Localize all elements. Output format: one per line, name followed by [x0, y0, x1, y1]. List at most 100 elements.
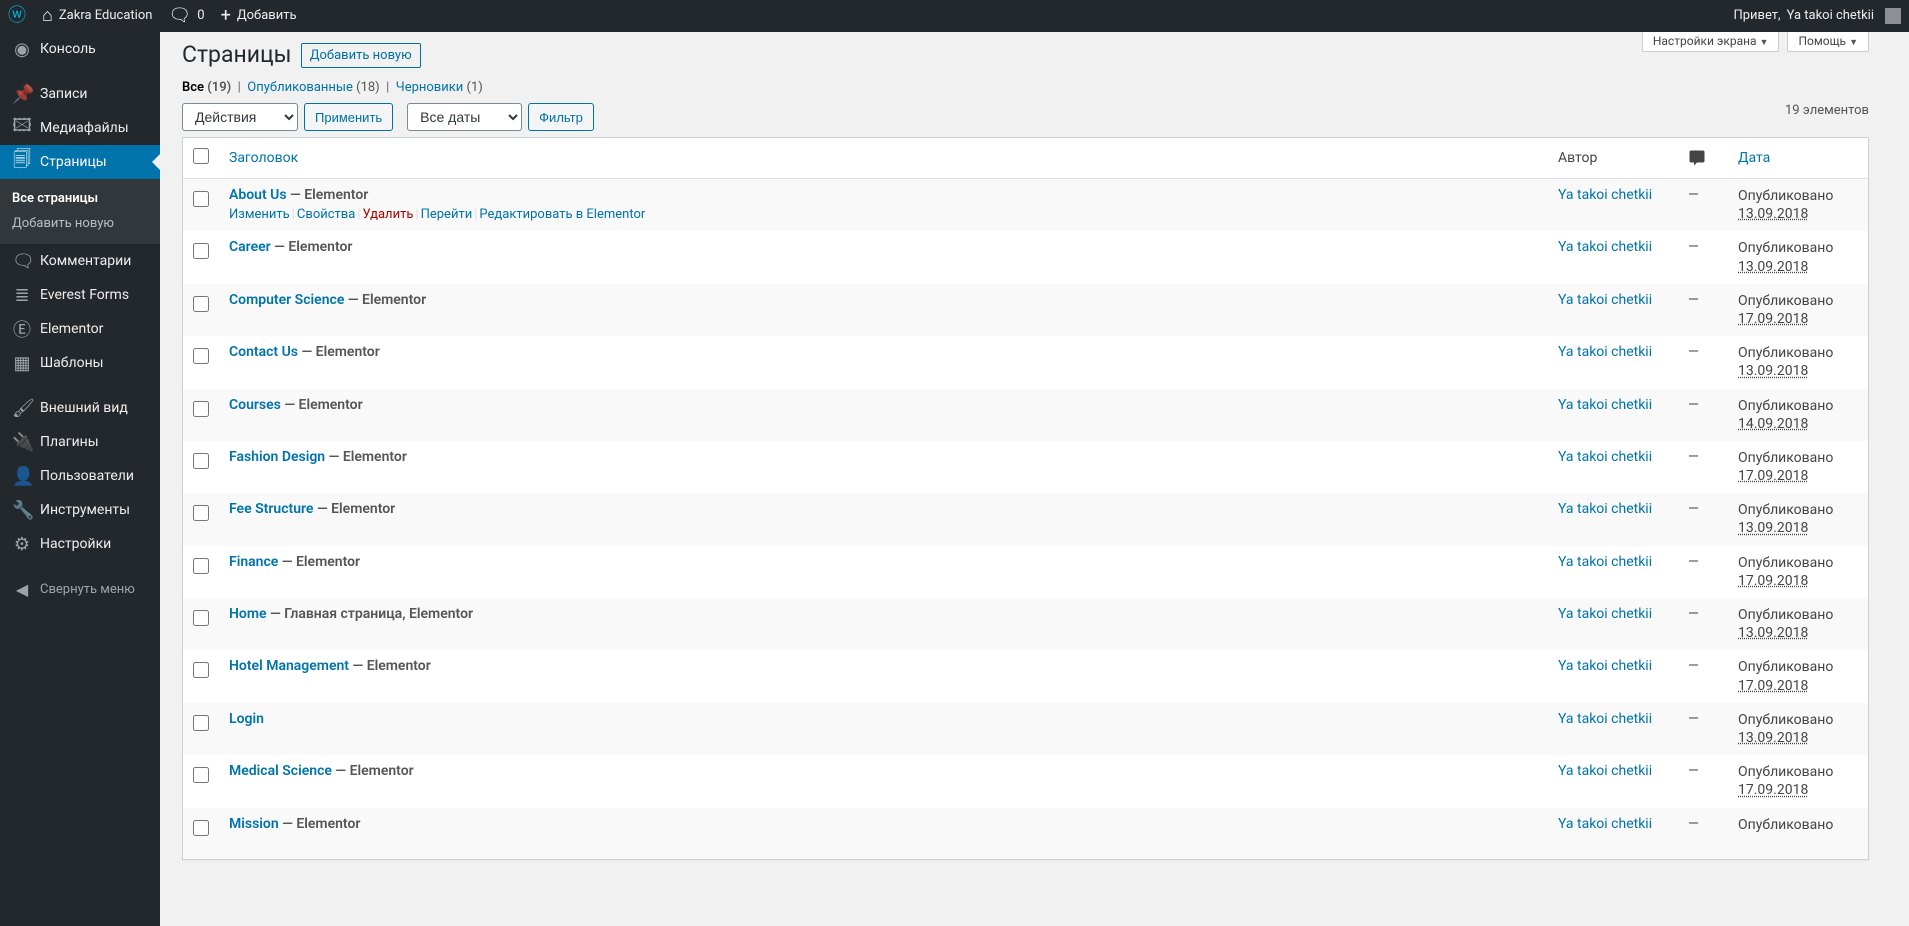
author-link[interactable]: Ya takoi chetkii	[1558, 658, 1652, 674]
column-title[interactable]: Заголовок	[219, 138, 1548, 179]
row-checkbox[interactable]	[193, 453, 209, 469]
post-state: — Elementor	[298, 344, 380, 360]
sidebar-item-media[interactable]: 🖾Медиафайлы	[0, 111, 160, 145]
sidebar-item-posts[interactable]: 📌Записи	[0, 77, 160, 111]
page-title-link[interactable]: Login	[229, 711, 264, 727]
row-date-cell: Опубликовано17.09.2018	[1728, 441, 1868, 493]
page-title-link[interactable]: Fashion Design	[229, 449, 325, 465]
row-checkbox[interactable]	[193, 610, 209, 626]
sidebar-item-appearance[interactable]: 🖌Внешний вид	[0, 391, 160, 425]
comments-count: —	[1688, 554, 1699, 570]
date-status: Опубликовано	[1738, 554, 1858, 572]
row-checkbox[interactable]	[193, 296, 209, 312]
row-checkbox[interactable]	[193, 662, 209, 678]
author-link[interactable]: Ya takoi chetkii	[1558, 292, 1652, 308]
sidebar-item-tools[interactable]: 🔧Инструменты	[0, 493, 160, 527]
add-new-link[interactable]: +Добавить	[213, 0, 305, 32]
page-title-link[interactable]: Career	[229, 239, 271, 255]
row-checkbox[interactable]	[193, 820, 209, 836]
sidebar-item-templates[interactable]: ▦Шаблоны	[0, 346, 160, 380]
screen-options-button[interactable]: Настройки экрана▼	[1642, 30, 1780, 52]
filter-all[interactable]: Все (19)	[182, 80, 231, 95]
sidebar-item-elementor[interactable]: ⒺElementor	[0, 312, 160, 346]
author-link[interactable]: Ya takoi chetkii	[1558, 711, 1652, 727]
action-edit-elementor[interactable]: Редактировать в Elementor	[479, 207, 645, 222]
table-row: About Us — ElementorИзменить|Свойства|Уд…	[183, 179, 1868, 231]
page-title-link[interactable]: Contact Us	[229, 344, 298, 360]
row-checkbox[interactable]	[193, 191, 209, 207]
page-title-link[interactable]: Hotel Management	[229, 658, 349, 674]
row-checkbox-cell	[183, 179, 219, 231]
row-checkbox[interactable]	[193, 558, 209, 574]
table-row: Fee Structure — ElementorИзменить|Свойст…	[183, 493, 1868, 545]
filter-button[interactable]: Фильтр	[528, 103, 594, 131]
page-title-link[interactable]: Computer Science	[229, 292, 344, 308]
date-value: 13.09.2018	[1738, 206, 1808, 222]
bulk-action-select[interactable]: Действия	[182, 103, 298, 131]
page-title-link[interactable]: Finance	[229, 554, 278, 570]
collapse-menu-button[interactable]: ◀Свернуть меню	[0, 572, 160, 606]
author-link[interactable]: Ya takoi chetkii	[1558, 816, 1652, 832]
column-comments[interactable]	[1678, 138, 1728, 179]
sidebar-item-everest-forms[interactable]: ≣Everest Forms	[0, 278, 160, 312]
user-account-link[interactable]: Привет, Ya takoi chetkii	[1725, 0, 1909, 32]
post-state: — Elementor	[278, 554, 360, 570]
help-button[interactable]: Помощь▼	[1787, 30, 1869, 52]
author-link[interactable]: Ya takoi chetkii	[1558, 606, 1652, 622]
author-link[interactable]: Ya takoi chetkii	[1558, 344, 1652, 360]
author-link[interactable]: Ya takoi chetkii	[1558, 187, 1652, 203]
row-checkbox[interactable]	[193, 505, 209, 521]
action-view[interactable]: Перейти	[421, 207, 473, 222]
site-name-link[interactable]: ⌂Zakra Education	[34, 0, 160, 32]
action-edit[interactable]: Изменить	[229, 207, 290, 222]
page-title-link[interactable]: Home	[229, 606, 267, 622]
page-title-link[interactable]: Medical Science	[229, 763, 332, 779]
comments-link[interactable]: 🗨0	[160, 0, 212, 32]
sidebar-item-users[interactable]: 👤Пользователи	[0, 459, 160, 493]
row-checkbox[interactable]	[193, 715, 209, 731]
action-quick-edit[interactable]: Свойства	[297, 207, 355, 222]
sidebar-item-plugins[interactable]: 🔌Плагины	[0, 425, 160, 459]
select-all-checkbox[interactable]	[193, 148, 209, 164]
row-date-cell: Опубликовано13.09.2018	[1728, 231, 1868, 283]
author-link[interactable]: Ya takoi chetkii	[1558, 449, 1652, 465]
date-status: Опубликовано	[1738, 501, 1858, 519]
date-value: 17.09.2018	[1738, 468, 1808, 484]
sidebar-subitem-add-new[interactable]: Добавить новую	[0, 211, 160, 236]
add-new-button[interactable]: Добавить новую	[301, 43, 421, 68]
row-checkbox[interactable]	[193, 401, 209, 417]
author-link[interactable]: Ya takoi chetkii	[1558, 501, 1652, 517]
wp-logo[interactable]: ⓦ	[0, 0, 34, 32]
filter-drafts[interactable]: Черновики (1)	[396, 80, 483, 95]
row-title-cell: Mission — ElementorИзменить|Свойства|Уда…	[219, 808, 1548, 859]
row-checkbox-cell	[183, 389, 219, 441]
page-title-link[interactable]: Fee Structure	[229, 501, 313, 517]
row-title-cell: Home — Главная страница, ElementorИзмени…	[219, 598, 1548, 650]
page-title-link[interactable]: Courses	[229, 397, 281, 413]
page-title-link[interactable]: About Us	[229, 187, 287, 203]
comments-count: —	[1688, 606, 1699, 622]
filter-published[interactable]: Опубликованные (18)	[247, 80, 379, 95]
sidebar-item-settings[interactable]: ⚙Настройки	[0, 527, 160, 561]
column-author[interactable]: Автор	[1548, 138, 1678, 179]
author-link[interactable]: Ya takoi chetkii	[1558, 763, 1652, 779]
action-trash[interactable]: Удалить	[362, 207, 413, 222]
sidebar-item-dashboard[interactable]: ◉Консоль	[0, 32, 160, 66]
column-date[interactable]: Дата	[1728, 138, 1868, 179]
author-link[interactable]: Ya takoi chetkii	[1558, 397, 1652, 413]
sidebar-item-comments[interactable]: 🗨Комментарии	[0, 244, 160, 278]
media-icon: 🖾	[12, 113, 32, 143]
sidebar-subitem-all-pages[interactable]: Все страницы	[0, 186, 160, 211]
table-row: Home — Главная страница, ElementorИзмени…	[183, 598, 1868, 650]
page-title-link[interactable]: Mission	[229, 816, 279, 832]
row-checkbox[interactable]	[193, 243, 209, 259]
sidebar-item-pages[interactable]: 🗐Страницы	[0, 145, 160, 179]
date-filter-select[interactable]: Все даты	[407, 103, 522, 131]
row-title-cell: Fee Structure — ElementorИзменить|Свойст…	[219, 493, 1548, 545]
comments-icon: 🗨	[12, 251, 32, 272]
author-link[interactable]: Ya takoi chetkii	[1558, 554, 1652, 570]
row-checkbox[interactable]	[193, 767, 209, 783]
apply-button[interactable]: Применить	[304, 103, 393, 131]
row-checkbox[interactable]	[193, 348, 209, 364]
author-link[interactable]: Ya takoi chetkii	[1558, 239, 1652, 255]
